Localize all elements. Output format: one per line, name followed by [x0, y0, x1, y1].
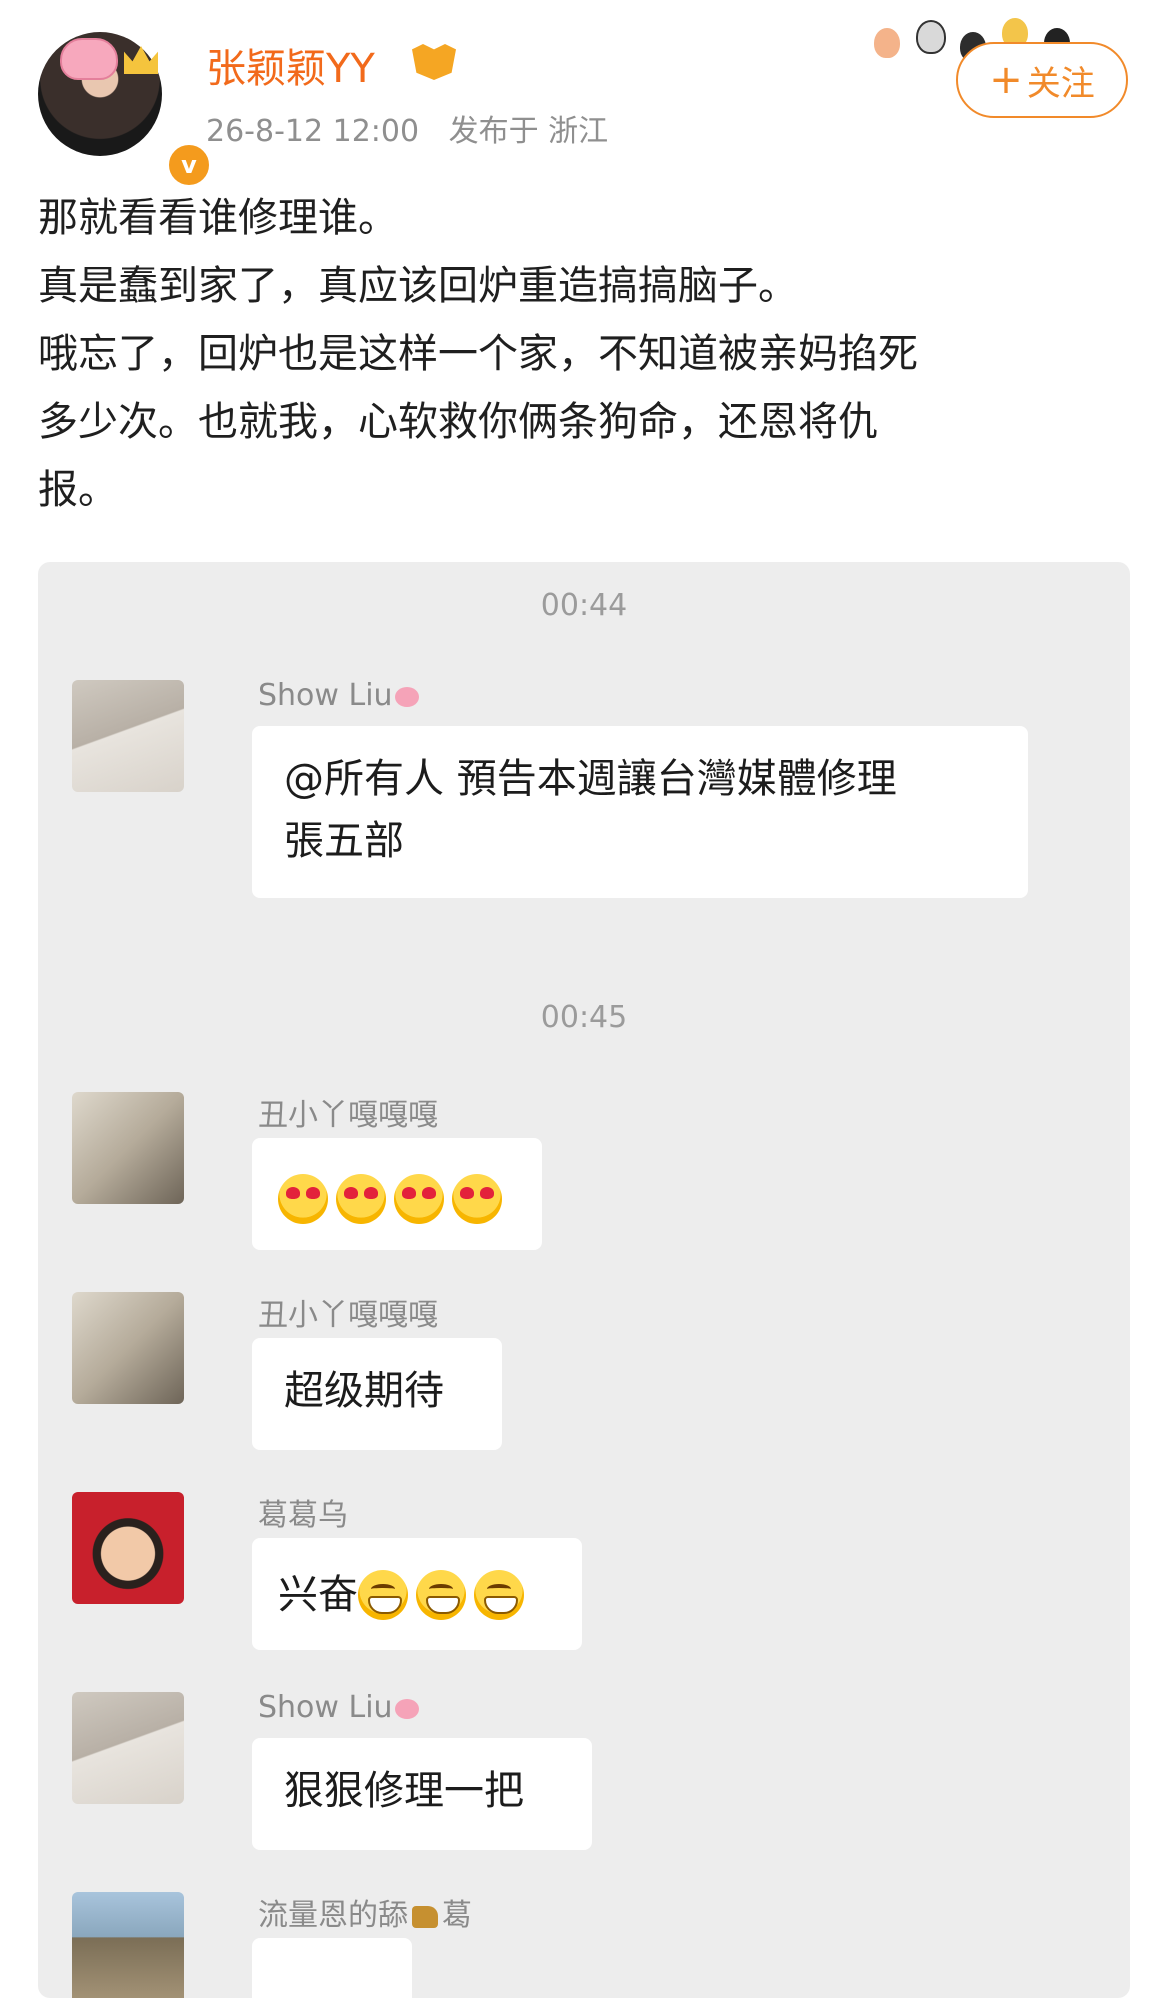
chat-avatar [72, 1492, 184, 1604]
paw-icon [916, 20, 946, 54]
author-avatar[interactable]: v [38, 32, 212, 188]
chat-sender: 丑小丫嘎嘎嘎 [258, 1098, 438, 1133]
heart-eyes-emoji [452, 1174, 502, 1224]
grin-emoji [416, 1570, 466, 1620]
crown-icon [124, 46, 158, 74]
post-location: 浙江 [548, 114, 609, 149]
follow-button[interactable]: + 关注 [956, 42, 1128, 118]
chat-sender: 流量恩的舔葛 [258, 1898, 472, 1933]
chat-text: 兴奋 [278, 1572, 358, 1618]
heart-eyes-emoji [394, 1174, 444, 1224]
chat-sender: Show Liu [258, 678, 419, 713]
chat-bubble [252, 1138, 542, 1250]
chat-timestamp: 00:44 [540, 588, 628, 623]
grin-emoji [474, 1570, 524, 1620]
chat-avatar [72, 1692, 184, 1804]
chat-avatar [72, 1092, 184, 1204]
heart-eyes-emoji [278, 1174, 328, 1224]
pig-emoji [394, 686, 419, 707]
pig-emoji [394, 1698, 419, 1719]
chat-bubble: @所有人 預告本週讓台灣媒體修理 張五部 [252, 726, 1028, 898]
post-location-prefix: 发布于 [448, 114, 539, 149]
chat-bubble: 狠狠修理一把 [252, 1738, 592, 1850]
post-text: 那就看看谁修理谁。 真是蠢到家了，真应该回炉重造搞搞脑子。 哦忘了，回炉也是这样… [38, 184, 1138, 524]
chat-sender: 丑小丫嘎嘎嘎 [258, 1298, 438, 1333]
plus-icon: + [989, 57, 1023, 103]
chat-text: 張五部 [284, 818, 404, 864]
member-icon [412, 44, 456, 80]
post-timestamp: 26-8-12 12:00 [206, 114, 420, 149]
pig-badge-icon [60, 38, 118, 80]
post-line: 真是蠢到家了，真应该回炉重造搞搞脑子。 [38, 263, 798, 309]
chat-avatar [72, 680, 184, 792]
dog-emoji [412, 1905, 438, 1928]
post-line: 多少次。也就我，心软救你俩条狗命，还恩将仇 [38, 399, 878, 445]
paw-icon [874, 28, 900, 58]
grin-emoji [358, 1570, 408, 1620]
chat-bubble [252, 1938, 412, 1998]
post-line: 报。 [38, 467, 118, 513]
follow-label: 关注 [1026, 63, 1095, 104]
author-name[interactable]: 张颖颖YY [206, 36, 375, 94]
chat-text: 狠狠修理一把 [284, 1768, 524, 1814]
chat-text: @所有人 預告本週讓台灣媒體修理 [284, 756, 897, 802]
chat-screenshot-image[interactable]: 00:44 Show Liu @所有人 預告本週讓台灣媒體修理 張五部 00:4… [38, 562, 1130, 1998]
chat-bubble: 超级期待 [252, 1338, 502, 1450]
chat-bubble: 兴奋 [252, 1538, 582, 1650]
chat-sender: Show Liu [258, 1690, 419, 1725]
chat-text: 超级期待 [284, 1368, 444, 1414]
post-line: 哦忘了，回炉也是这样一个家，不知道被亲妈掐死 [38, 331, 918, 377]
chat-avatar [72, 1292, 184, 1404]
chat-timestamp: 00:45 [540, 1000, 628, 1035]
chat-avatar [72, 1892, 184, 1998]
post-meta: 26-8-12 12:00 发布于 浙江 [206, 106, 608, 150]
post-line: 那就看看谁修理谁。 [38, 195, 398, 241]
heart-eyes-emoji [336, 1174, 386, 1224]
chat-sender: 葛葛乌 [258, 1498, 348, 1533]
